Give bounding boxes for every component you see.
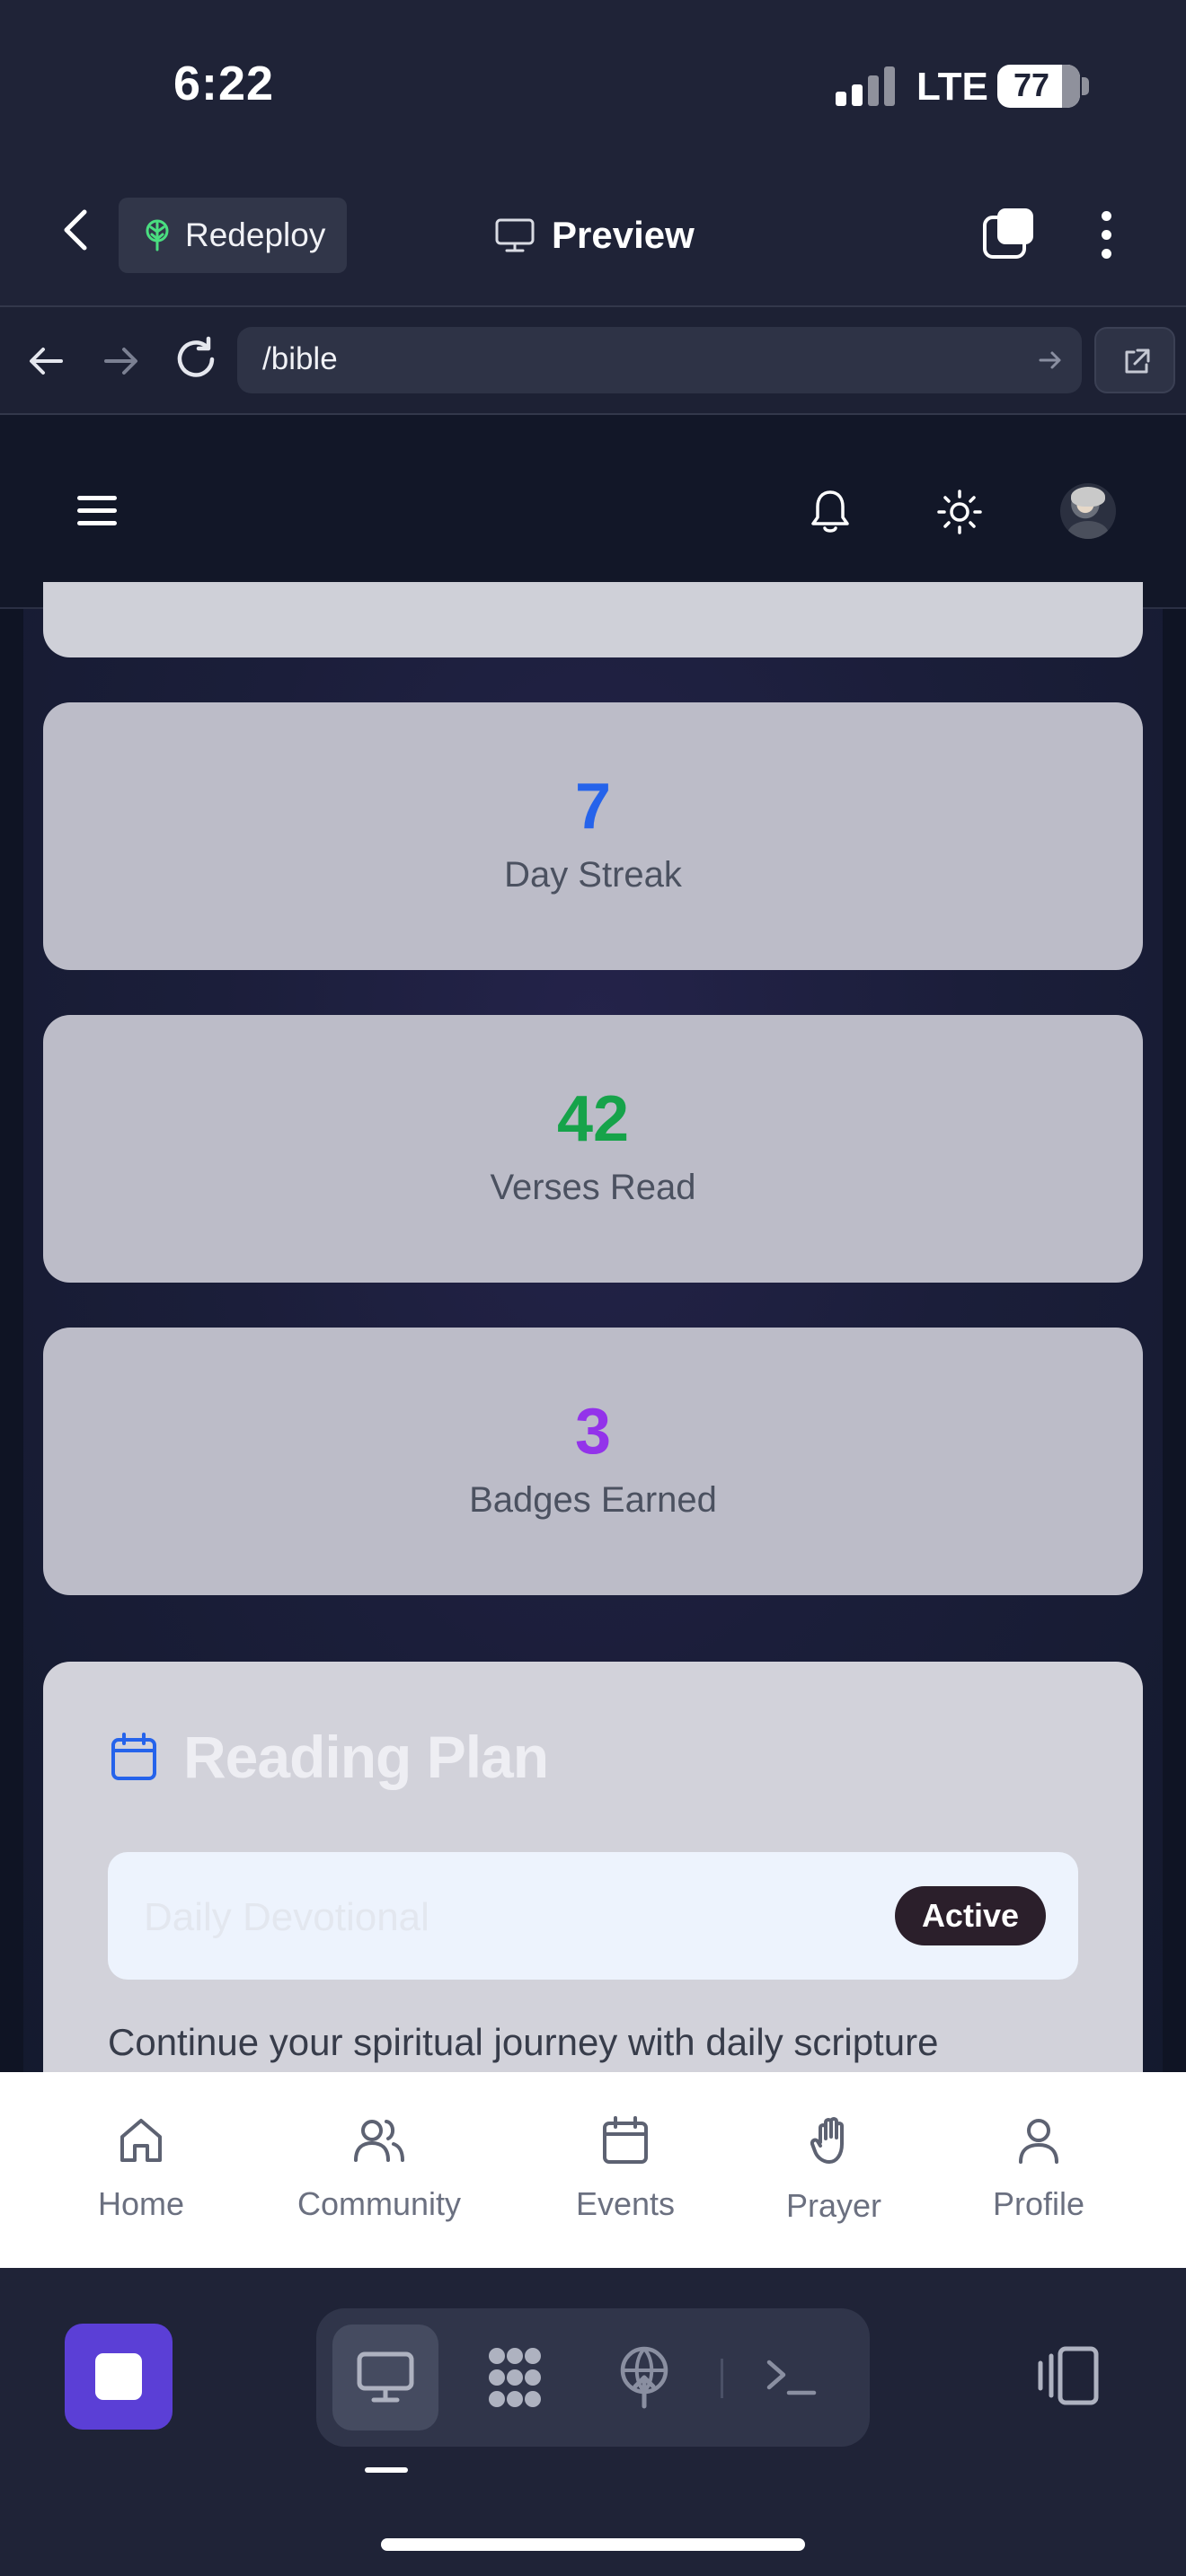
open-external-button[interactable] <box>1094 327 1175 393</box>
browser-back-button[interactable] <box>23 338 70 384</box>
battery-level: 77 <box>1013 66 1050 103</box>
tab-label: Profile <box>992 2185 1085 2222</box>
plan-name: Daily Devotional <box>144 1895 429 1939</box>
stop-icon <box>95 2353 142 2400</box>
stat-label: Day Streak <box>504 855 682 895</box>
calendar-icon <box>111 1733 156 1780</box>
integrations-mode-button[interactable] <box>462 2325 568 2430</box>
reload-icon <box>177 336 215 377</box>
view-mode-group <box>316 2308 870 2447</box>
notifications-button[interactable] <box>809 487 852 535</box>
split-layout-icon <box>1038 2346 1099 2405</box>
battery-nub <box>1082 77 1089 95</box>
plan-description: Continue your spiritual journey with dai… <box>108 2021 939 2063</box>
calendar-icon <box>603 2116 648 2164</box>
stat-value: 3 <box>574 1396 612 1468</box>
page-content: 7 Day Streak 42 Verses Read 3 Badges Ear… <box>0 582 1186 2072</box>
app-header: Redeploy Preview <box>0 171 1186 305</box>
active-mode-indicator <box>365 2467 408 2473</box>
back-button[interactable] <box>54 203 99 257</box>
tab-label: Prayer <box>785 2187 882 2224</box>
redeploy-button[interactable]: Redeploy <box>119 198 347 273</box>
tab-label: Home <box>97 2185 185 2222</box>
monitor-icon <box>357 2351 414 2403</box>
home-indicator <box>381 2538 805 2551</box>
tabs-icon <box>983 208 1033 259</box>
redeploy-label: Redeploy <box>185 216 326 253</box>
go-arrow-icon[interactable] <box>1037 347 1064 374</box>
url-input[interactable]: /bible <box>237 327 1082 393</box>
community-icon <box>354 2120 404 2162</box>
stat-label: Verses Read <box>490 1168 696 1207</box>
url-text: /bible <box>262 341 338 376</box>
tab-label: Community <box>296 2185 462 2222</box>
home-icon <box>120 2119 162 2162</box>
web-page: 7 Day Streak 42 Verses Read 3 Badges Ear… <box>0 415 1186 2072</box>
stat-card-badges-earned: 3 Badges Earned <box>43 1328 1143 1595</box>
browser-bar: /bible <box>0 305 1186 415</box>
deploy-globe-icon <box>620 2346 668 2409</box>
stat-card-partial <box>43 582 1143 657</box>
external-link-icon <box>1125 348 1150 374</box>
stat-value: 7 <box>574 771 612 842</box>
tab-events[interactable]: Events <box>535 2115 715 2223</box>
signal-strength-icon <box>836 66 895 106</box>
battery-icon: 77 <box>997 65 1080 108</box>
arrow-left-icon <box>30 348 63 375</box>
shell-mode-button[interactable] <box>739 2325 845 2430</box>
tabs-button[interactable] <box>981 207 1037 262</box>
bottom-tab-nav: Home Community Events Prayer Profile <box>0 2072 1186 2268</box>
reading-plan-card: Reading Plan Daily Devotional Active Con… <box>43 1662 1143 2072</box>
toolbar-divider <box>721 2359 723 2398</box>
stat-label: Badges Earned <box>469 1480 717 1520</box>
arrow-right-icon <box>104 348 137 375</box>
monitor-icon <box>495 218 535 252</box>
stat-card-verses-read: 42 Verses Read <box>43 1015 1143 1283</box>
hamburger-menu-icon[interactable] <box>77 496 117 528</box>
status-bar: 6:22 LTE 77 <box>0 0 1186 171</box>
stop-button[interactable] <box>65 2324 173 2430</box>
deploy-mode-button[interactable] <box>591 2325 697 2430</box>
site-header <box>0 415 1186 609</box>
profile-icon <box>1019 2119 1058 2164</box>
stat-card-day-streak: 7 Day Streak <box>43 702 1143 970</box>
sun-icon <box>937 490 982 534</box>
tab-home[interactable]: Home <box>51 2115 231 2223</box>
editor-toolbar <box>0 2268 1186 2576</box>
layout-toggle-button[interactable] <box>1033 2342 1102 2410</box>
terminal-icon <box>766 2360 817 2395</box>
reload-button[interactable] <box>171 334 221 384</box>
plan-item[interactable]: Daily Devotional Active <box>108 1852 1078 1980</box>
tab-profile[interactable]: Profile <box>949 2115 1128 2223</box>
reading-plan-title: Reading Plan <box>183 1724 549 1790</box>
reading-plan-heading: Reading Plan <box>110 1723 549 1791</box>
integrations-icon <box>489 2348 541 2407</box>
prayer-hand-icon <box>810 2117 844 2164</box>
theme-toggle-button[interactable] <box>936 489 983 535</box>
chevron-left-icon <box>64 209 87 251</box>
status-badge: Active <box>894 1886 1046 1945</box>
preview-label: Preview <box>552 214 695 256</box>
tab-label: Events <box>575 2185 676 2222</box>
deploy-tree-icon <box>146 219 169 251</box>
preview-mode-button[interactable] <box>332 2325 438 2430</box>
more-options-icon[interactable] <box>1093 207 1120 262</box>
tab-prayer[interactable]: Prayer <box>744 2115 924 2225</box>
avatar[interactable] <box>1060 483 1116 539</box>
preview-title: Preview <box>494 207 695 264</box>
stat-value: 42 <box>556 1083 630 1155</box>
bell-icon <box>811 490 849 533</box>
tab-community[interactable]: Community <box>289 2115 469 2223</box>
browser-forward-button[interactable] <box>97 338 144 384</box>
status-time: 6:22 <box>173 57 275 110</box>
network-type: LTE <box>916 65 988 109</box>
